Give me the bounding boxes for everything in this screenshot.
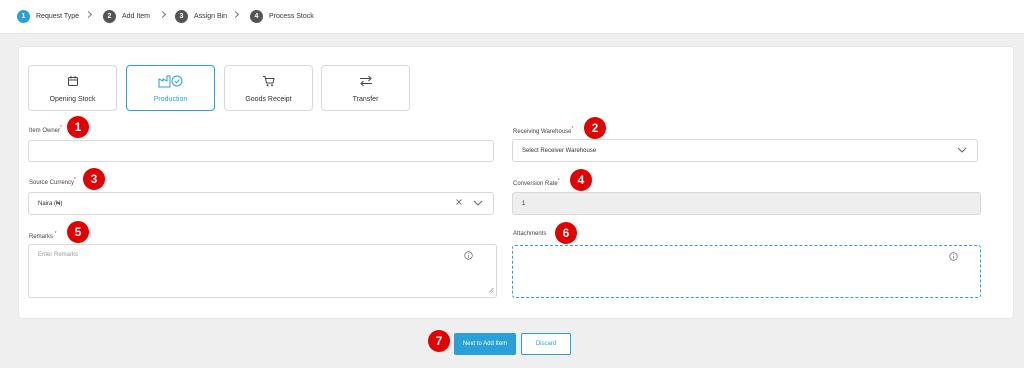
annotation-marker-3: 3: [83, 168, 105, 190]
receiving-warehouse-label: Receiving Warehouse*: [513, 126, 574, 135]
source-currency-value: Naira (₦): [38, 200, 63, 207]
attachments-dropzone[interactable]: [512, 245, 981, 298]
chevron-down-icon[interactable]: [473, 200, 483, 208]
step-number: 1: [17, 10, 30, 23]
type-tile-goods-receipt[interactable]: Goods Receipt: [224, 65, 313, 111]
annotation-marker-4: 4: [570, 169, 592, 191]
step-label: Process Stock: [269, 13, 314, 20]
type-tile-production[interactable]: Production: [126, 65, 215, 111]
type-tile-transfer[interactable]: Transfer: [321, 65, 410, 111]
transfer-arrows-icon: [359, 74, 373, 88]
remarks-textarea[interactable]: Enter Remarks: [28, 244, 497, 298]
source-currency-label: Source Currency*: [29, 177, 76, 186]
calendar-box-icon: [67, 74, 79, 88]
annotation-marker-6: 6: [555, 222, 577, 244]
type-tile-label: Production: [153, 96, 188, 103]
clear-icon[interactable]: [455, 198, 463, 208]
step-assign-bin[interactable]: 3 Assign Bin: [175, 10, 227, 23]
chevron-right-icon: [158, 10, 167, 19]
next-to-add-item-button[interactable]: Next to Add Item: [454, 333, 516, 355]
step-request-type[interactable]: 1 Request Type: [17, 10, 79, 23]
chevron-right-icon: [231, 10, 240, 19]
step-label: Assign Bin: [194, 13, 228, 20]
annotation-marker-1: 1: [67, 116, 89, 138]
step-label: Add Item: [122, 13, 151, 20]
receiving-warehouse-placeholder: Select Receiver Warehouse: [522, 147, 597, 154]
chevron-down-icon[interactable]: [957, 147, 967, 155]
step-number: 3: [175, 10, 188, 23]
type-tile-opening-stock[interactable]: Opening Stock: [28, 65, 117, 111]
resize-handle-icon[interactable]: [488, 287, 494, 295]
cart-icon: [262, 74, 275, 88]
annotation-marker-5: 5: [67, 221, 89, 243]
step-process-stock[interactable]: 4 Process Stock: [250, 10, 314, 23]
source-currency-select[interactable]: Naira (₦): [28, 192, 494, 215]
info-icon: [949, 252, 958, 263]
receiving-warehouse-select[interactable]: Select Receiver Warehouse: [512, 139, 978, 162]
step-number: 4: [250, 10, 263, 23]
discard-button[interactable]: Discard: [521, 333, 571, 355]
attachments-label: Attachments: [513, 231, 547, 237]
conversion-rate-input: 1: [512, 192, 981, 215]
step-label: Request Type: [36, 13, 80, 20]
item-owner-label: Item Owner*: [29, 125, 62, 134]
type-tile-label: Goods Receipt: [245, 96, 292, 103]
item-owner-input[interactable]: [28, 140, 494, 162]
conversion-rate-label: Conversion Rate*: [513, 178, 560, 187]
annotation-marker-2: 2: [584, 117, 606, 139]
info-icon: [464, 251, 473, 262]
step-add-item[interactable]: 2 Add Item: [103, 10, 150, 23]
type-tile-label: Transfer: [352, 96, 379, 103]
annotation-marker-7: 7: [428, 330, 450, 352]
remarks-placeholder: Enter Remarks: [38, 252, 79, 258]
factory-check-icon: [158, 74, 184, 88]
chevron-right-icon: [84, 10, 93, 19]
step-number: 2: [103, 10, 116, 23]
type-tile-label: Opening Stock: [49, 96, 96, 103]
stepper: 1 Request Type 2 Add Item 3 Assign Bin 4…: [0, 0, 1024, 34]
remarks-label: Remarks *: [29, 231, 57, 240]
